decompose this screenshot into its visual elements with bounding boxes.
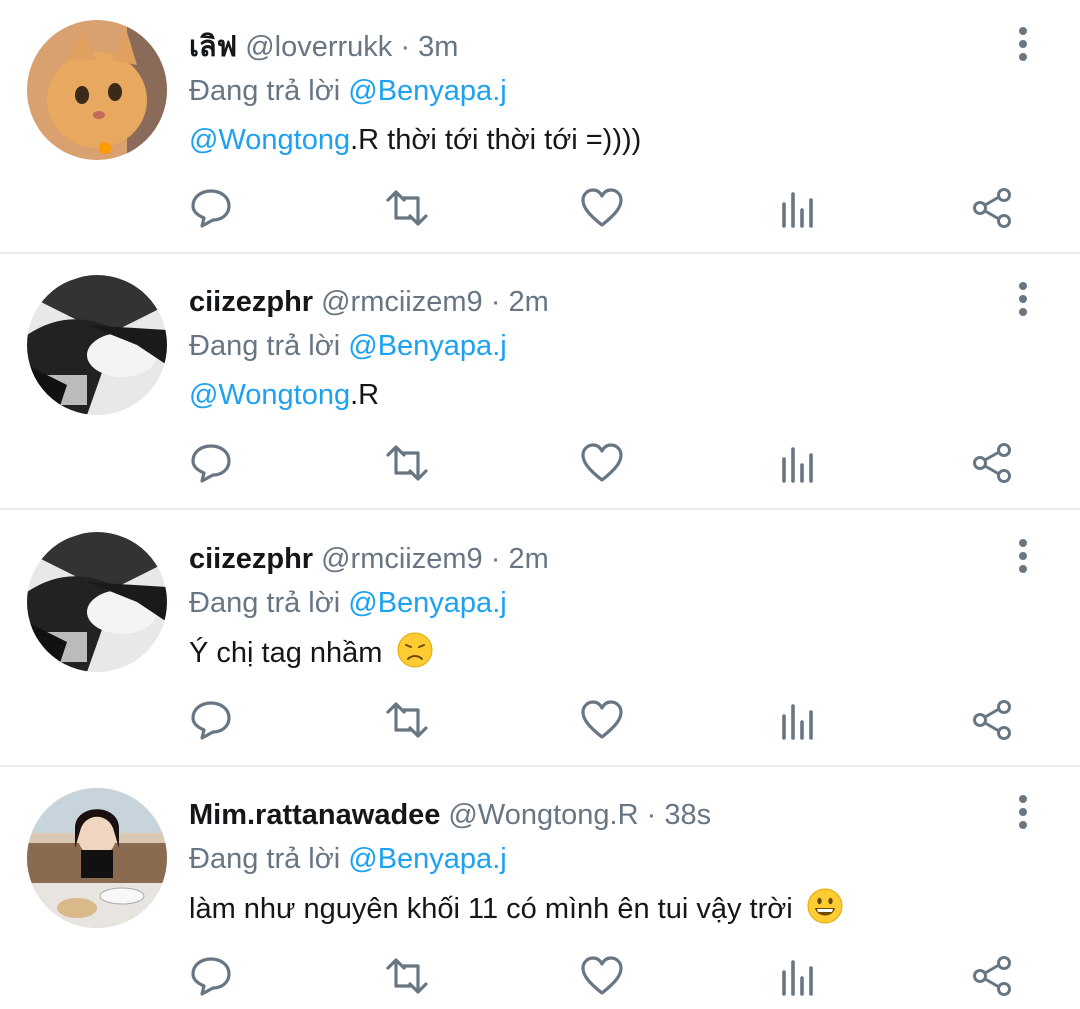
reply-mention[interactable]: @Benyapa.j bbox=[348, 843, 506, 875]
replying-label: Đang trả lời bbox=[189, 587, 341, 619]
replying-to: Đang trả lời @Benyapa.j bbox=[189, 326, 507, 366]
retweet-icon[interactable] bbox=[385, 186, 429, 230]
tweet-item[interactable]: Mim.rattanawadee @Wongtong.R · 38s Đang t… bbox=[0, 768, 1080, 1009]
tweet-item[interactable]: เลิฟ @loverrukk · 3m Đang trả lời @Benyap… bbox=[0, 0, 1080, 256]
cat-avatar-image bbox=[27, 20, 167, 160]
body-text: Ý chị tag nhầm bbox=[189, 637, 383, 669]
tweet-item[interactable]: ciizezphr @rmciizem9 · 2m Đang trả lời @B… bbox=[0, 512, 1080, 768]
display-name[interactable]: ciizezphr bbox=[189, 543, 313, 575]
like-icon[interactable] bbox=[580, 954, 624, 998]
reply-icon[interactable] bbox=[189, 186, 233, 230]
separator: · bbox=[482, 543, 509, 575]
share-icon[interactable] bbox=[970, 954, 1014, 998]
more-options-icon[interactable] bbox=[1008, 281, 1038, 317]
handle[interactable]: @rmciizem9 bbox=[321, 286, 483, 318]
replying-label: Đang trả lời bbox=[189, 75, 341, 107]
body-text: .R bbox=[350, 379, 380, 411]
replying-to: Đang trả lời @Benyapa.j bbox=[189, 839, 507, 879]
tweet-text: làm như nguyên khối 11 có mình ên tui vậ… bbox=[189, 888, 843, 929]
share-icon[interactable] bbox=[970, 186, 1014, 230]
like-icon[interactable] bbox=[580, 186, 624, 230]
body-mention[interactable]: @Wongtong bbox=[189, 124, 350, 156]
photo-avatar-image bbox=[27, 788, 167, 928]
analytics-icon[interactable] bbox=[775, 698, 819, 742]
tweet-text: @Wongtong.R thời tới thời tới =)))) bbox=[189, 120, 641, 160]
analytics-icon[interactable] bbox=[775, 441, 819, 485]
body-text: làm như nguyên khối 11 có mình ên tui vậ… bbox=[189, 893, 793, 925]
more-options-icon[interactable] bbox=[1008, 538, 1038, 574]
body-mention[interactable]: @Wongtong bbox=[189, 379, 350, 411]
reply-icon[interactable] bbox=[189, 441, 233, 485]
retweet-icon[interactable] bbox=[385, 698, 429, 742]
replying-to: Đang trả lời @Benyapa.j bbox=[189, 583, 507, 623]
more-options-icon[interactable] bbox=[1008, 794, 1038, 830]
separator: · bbox=[638, 799, 665, 831]
action-bar bbox=[0, 186, 1080, 234]
display-name[interactable]: เลิฟ bbox=[189, 31, 237, 63]
reply-icon[interactable] bbox=[189, 698, 233, 742]
divider bbox=[0, 508, 1080, 510]
grinning-face-emoji bbox=[807, 888, 843, 924]
timestamp[interactable]: 2m bbox=[508, 286, 548, 318]
tweet-text: @Wongtong.R bbox=[189, 375, 379, 415]
display-name[interactable]: Mim.rattanawadee bbox=[189, 799, 440, 831]
retweet-icon[interactable] bbox=[385, 954, 429, 998]
action-bar bbox=[0, 698, 1080, 746]
handle[interactable]: @Wongtong.R bbox=[448, 799, 638, 831]
analytics-icon[interactable] bbox=[775, 186, 819, 230]
divider bbox=[0, 252, 1080, 254]
timestamp[interactable]: 38s bbox=[664, 799, 711, 831]
handle[interactable]: @rmciizem9 bbox=[321, 543, 483, 575]
tweet-header: ciizezphr @rmciizem9 · 2m bbox=[189, 282, 549, 322]
action-bar bbox=[0, 441, 1080, 489]
bw-avatar-image bbox=[27, 275, 167, 415]
retweet-icon[interactable] bbox=[385, 441, 429, 485]
avatar[interactable] bbox=[27, 788, 167, 928]
tweet-header: Mim.rattanawadee @Wongtong.R · 38s bbox=[189, 795, 711, 835]
like-icon[interactable] bbox=[580, 698, 624, 742]
divider bbox=[0, 765, 1080, 767]
timestamp[interactable]: 3m bbox=[418, 31, 458, 63]
replying-label: Đang trả lời bbox=[189, 330, 341, 362]
body-text: .R thời tới thời tới =)))) bbox=[350, 124, 642, 156]
reply-mention[interactable]: @Benyapa.j bbox=[348, 330, 506, 362]
analytics-icon[interactable] bbox=[775, 954, 819, 998]
replying-label: Đang trả lời bbox=[189, 843, 341, 875]
avatar[interactable] bbox=[27, 20, 167, 160]
display-name[interactable]: ciizezphr bbox=[189, 286, 313, 318]
tweet-header: ciizezphr @rmciizem9 · 2m bbox=[189, 539, 549, 579]
share-icon[interactable] bbox=[970, 698, 1014, 742]
replying-to: Đang trả lời @Benyapa.j bbox=[189, 71, 507, 111]
action-bar bbox=[0, 954, 1080, 1002]
avatar[interactable] bbox=[27, 532, 167, 672]
reply-mention[interactable]: @Benyapa.j bbox=[348, 587, 506, 619]
reply-mention[interactable]: @Benyapa.j bbox=[348, 75, 506, 107]
bw-avatar-image bbox=[27, 532, 167, 672]
reply-icon[interactable] bbox=[189, 954, 233, 998]
handle[interactable]: @loverrukk bbox=[245, 31, 392, 63]
disappointed-face-emoji bbox=[397, 632, 433, 668]
separator: · bbox=[482, 286, 509, 318]
reply-feed: เลิฟ @loverrukk · 3m Đang trả lời @Benyap… bbox=[0, 0, 1080, 1009]
avatar[interactable] bbox=[27, 275, 167, 415]
share-icon[interactable] bbox=[970, 441, 1014, 485]
separator: · bbox=[392, 31, 419, 63]
tweet-text: Ý chị tag nhầm bbox=[189, 632, 433, 673]
like-icon[interactable] bbox=[580, 441, 624, 485]
timestamp[interactable]: 2m bbox=[508, 543, 548, 575]
more-options-icon[interactable] bbox=[1008, 26, 1038, 62]
tweet-header: เลิฟ @loverrukk · 3m bbox=[189, 27, 458, 67]
tweet-item[interactable]: ciizezphr @rmciizem9 · 2m Đang trả lời @B… bbox=[0, 255, 1080, 511]
